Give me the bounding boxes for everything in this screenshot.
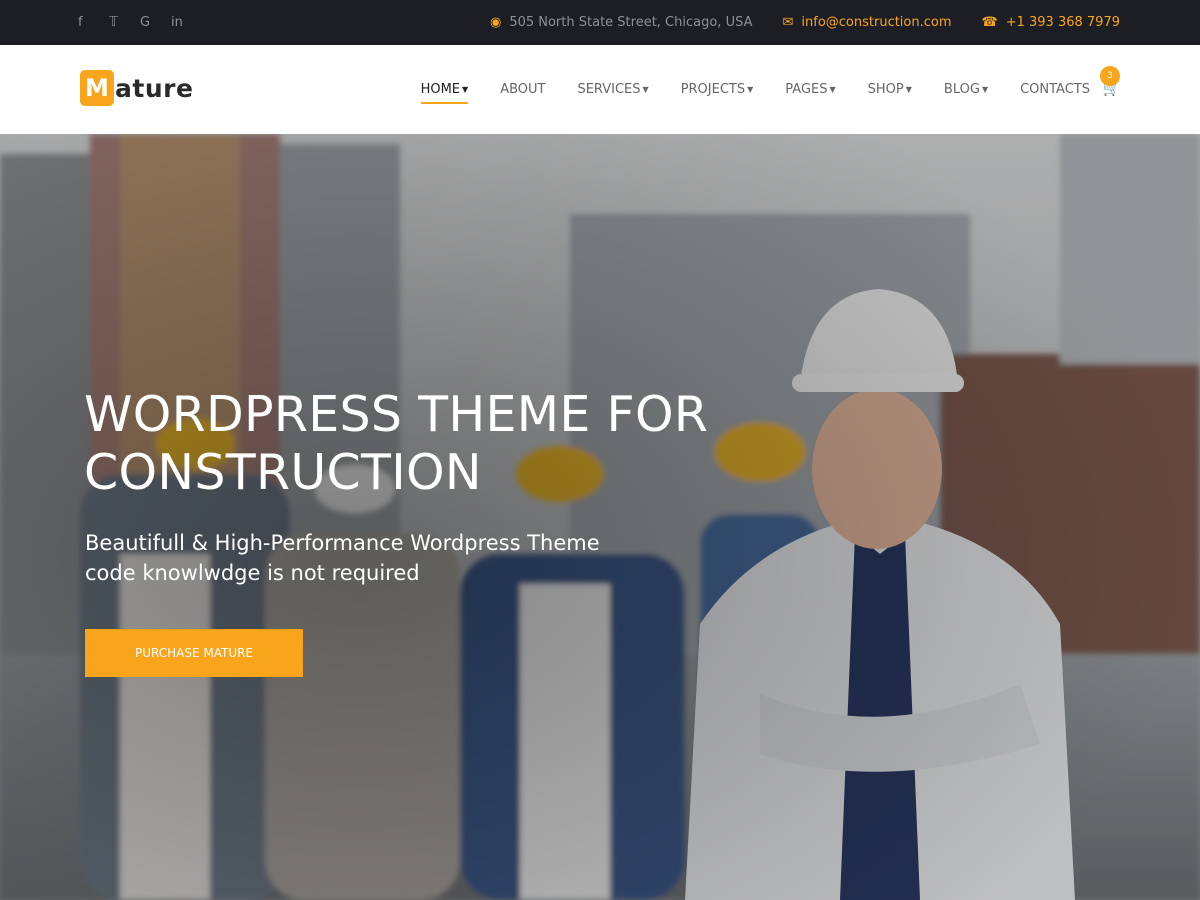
caret-down-icon: ▼ <box>829 85 836 94</box>
caret-down-icon: ▼ <box>905 85 912 94</box>
nav-item-pages[interactable]: PAGES ▼ <box>785 82 835 97</box>
nav-item-label: SHOP <box>867 82 904 97</box>
address-text: 505 North State Street, Chicago, USA <box>509 15 753 30</box>
nav-item-about[interactable]: ABOUT <box>500 82 545 97</box>
nav-item-label: PROJECTS <box>680 82 746 97</box>
nav-item-label: ABOUT <box>500 82 546 97</box>
map-marker-icon: ◉ <box>489 15 502 30</box>
main-nav: HOME ▼ ABOUT SERVICES ▼ PROJECTS ▼ PAGES ▼ S… <box>389 45 1090 134</box>
nav-item-label: SERVICES <box>577 82 641 97</box>
site-header: M ature HOME ▼ ABOUT SERVICES ▼ PROJECTS ▼ … <box>0 45 1200 134</box>
google-icon[interactable]: G <box>140 15 171 30</box>
linkedin-icon[interactable]: in <box>171 15 202 30</box>
nav-item-services[interactable]: SERVICES ▼ <box>577 82 648 97</box>
twitter-icon[interactable]: 𝕋 <box>109 15 140 30</box>
caret-down-icon: ▼ <box>462 85 469 94</box>
phone-icon: ☎ <box>981 15 998 30</box>
hero-subtitle-line-1: Beautifull & High-Performance Wordpress … <box>85 531 600 555</box>
nav-item-contacts[interactable]: CONTACTS <box>1020 82 1090 97</box>
nav-item-blog[interactable]: BLOG ▼ <box>944 82 988 97</box>
phone-link[interactable]: +1 393 368 7979 <box>1006 15 1120 30</box>
hero-title-line-1: WORDPRESS THEME FOR <box>84 386 709 443</box>
logo-text: ature <box>115 73 194 103</box>
nav-item-label: HOME <box>420 82 461 97</box>
logo-mark: M <box>80 70 114 106</box>
nav-item-shop[interactable]: SHOP ▼ <box>868 82 912 97</box>
nav-item-label: BLOG <box>943 82 980 97</box>
email-link[interactable]: info@construction.com <box>801 15 951 30</box>
nav-item-projects[interactable]: PROJECTS ▼ <box>681 82 754 97</box>
cart-count-badge: 3 <box>1100 66 1120 86</box>
nav-item-label: CONTACTS <box>1020 82 1090 97</box>
contact-info: ◉ 505 North State Street, Chicago, USA ✉… <box>460 0 1120 45</box>
purchase-button[interactable]: PURCHASE MATURE <box>85 629 303 677</box>
caret-down-icon: ▼ <box>642 85 649 94</box>
hero-section: WORDPRESS THEME FOR CONSTRUCTION Beautif… <box>0 134 1200 900</box>
phone-item[interactable]: ☎ +1 393 368 7979 <box>982 15 1120 30</box>
email-item[interactable]: ✉ info@construction.com <box>782 15 951 30</box>
caret-down-icon: ▼ <box>981 85 989 94</box>
nav-item-home[interactable]: HOME ▼ <box>420 82 469 104</box>
envelope-icon: ✉ <box>782 15 794 30</box>
hero-background-image <box>0 134 1200 900</box>
caret-down-icon: ▼ <box>747 85 754 94</box>
site-logo[interactable]: M ature <box>80 70 193 106</box>
nav-item-label: PAGES <box>785 82 828 97</box>
hero-title-line-2: CONSTRUCTION <box>84 444 482 501</box>
address-item: ◉ 505 North State Street, Chicago, USA <box>490 15 753 30</box>
hero-title: WORDPRESS THEME FOR CONSTRUCTION <box>84 386 708 502</box>
hero-subtitle-line-2: code knowlwdge is not required <box>85 561 420 585</box>
facebook-icon[interactable]: f <box>78 15 109 30</box>
top-bar: f 𝕋 G in ◉ 505 North State Street, Chica… <box>0 0 1200 45</box>
social-links: f 𝕋 G in <box>78 0 202 45</box>
hero-subtitle: Beautifull & High-Performance Wordpress … <box>85 528 600 588</box>
